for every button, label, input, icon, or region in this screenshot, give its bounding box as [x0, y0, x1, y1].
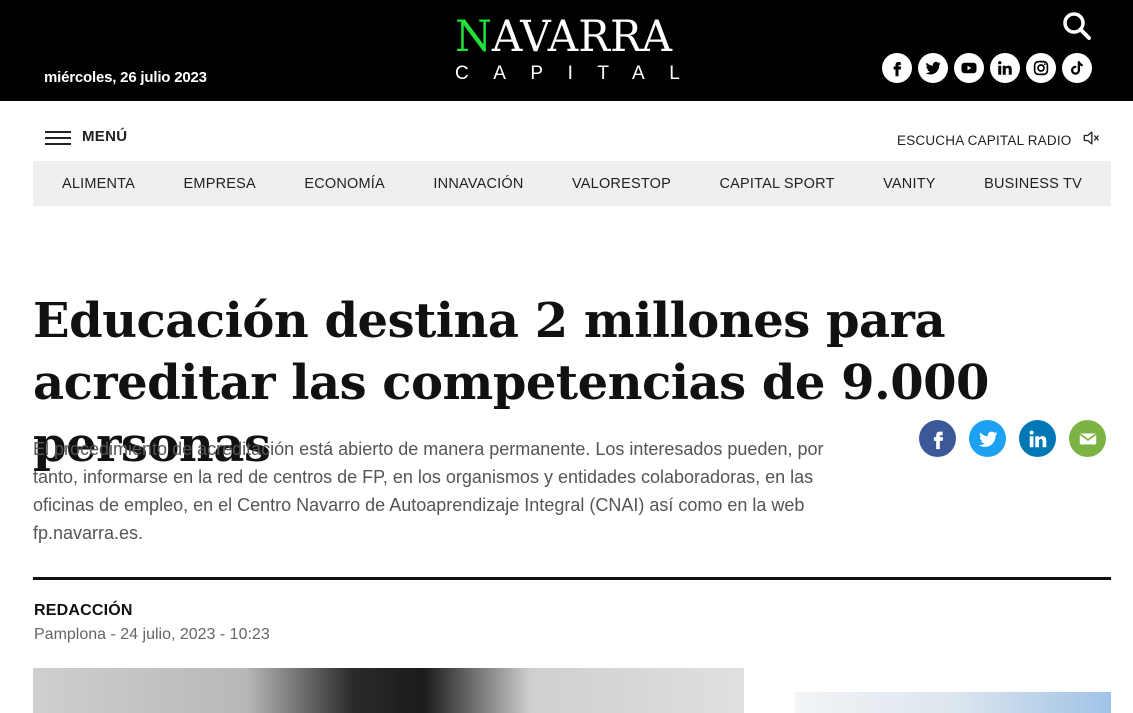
menu-button[interactable]: MENÚ	[45, 128, 127, 145]
nav-item-vanity[interactable]: VANITY	[883, 176, 936, 192]
logo-accent-letter: N	[455, 12, 492, 62]
nav-item-business-tv[interactable]: BUSINESS TV	[984, 176, 1082, 192]
facebook-icon[interactable]	[882, 53, 912, 83]
twitter-share-icon[interactable]	[969, 420, 1006, 457]
hamburger-icon	[45, 129, 71, 145]
article-author[interactable]: REDACCIÓN	[34, 602, 133, 620]
nav-item-innavacion[interactable]: INNAVACIÓN	[433, 176, 523, 192]
article-main-image	[33, 668, 744, 713]
tiktok-icon[interactable]	[1062, 53, 1092, 83]
youtube-icon[interactable]	[954, 53, 984, 83]
linkedin-share-icon[interactable]	[1019, 420, 1056, 457]
sidebar-image[interactable]	[795, 692, 1111, 713]
twitter-icon[interactable]	[918, 53, 948, 83]
article-meta: Pamplona - 24 julio, 2023 - 10:23	[34, 626, 270, 643]
instagram-icon[interactable]	[1026, 53, 1056, 83]
facebook-share-icon[interactable]	[919, 420, 956, 457]
share-buttons	[919, 420, 1106, 457]
logo-main-text: AVARRA	[491, 12, 673, 62]
linkedin-icon[interactable]	[990, 53, 1020, 83]
nav-item-valorestop[interactable]: VALORESTOP	[572, 176, 671, 192]
social-links	[882, 53, 1092, 83]
top-header-bar: miércoles, 26 julio 2023 NAVARRA CAPITAL	[0, 0, 1133, 101]
current-date: miércoles, 26 julio 2023	[44, 69, 207, 86]
capital-radio-button[interactable]: ESCUCHA CAPITAL RADIO	[897, 128, 1101, 153]
nav-item-capital-sport[interactable]: CAPITAL SPORT	[719, 176, 834, 192]
nav-item-alimenta[interactable]: ALIMENTA	[62, 176, 135, 192]
speaker-muted-icon	[1081, 128, 1101, 153]
site-logo[interactable]: NAVARRA CAPITAL	[455, 14, 690, 88]
logo-subtitle: CAPITAL	[455, 63, 705, 84]
radio-label: ESCUCHA CAPITAL RADIO	[897, 133, 1072, 148]
logo-wordmark: NAVARRA	[455, 14, 685, 60]
menu-label: MENÚ	[82, 128, 128, 145]
section-nav: ALIMENTA EMPRESA ECONOMÍA INNAVACIÓN VAL…	[33, 161, 1111, 206]
nav-item-empresa[interactable]: EMPRESA	[184, 176, 256, 192]
search-icon[interactable]	[1061, 10, 1093, 42]
nav-item-economia[interactable]: ECONOMÍA	[304, 176, 385, 192]
article-divider	[33, 577, 1111, 580]
email-share-icon[interactable]	[1069, 420, 1106, 457]
article-lead: El procedimiento de acreditación está ab…	[33, 439, 824, 543]
